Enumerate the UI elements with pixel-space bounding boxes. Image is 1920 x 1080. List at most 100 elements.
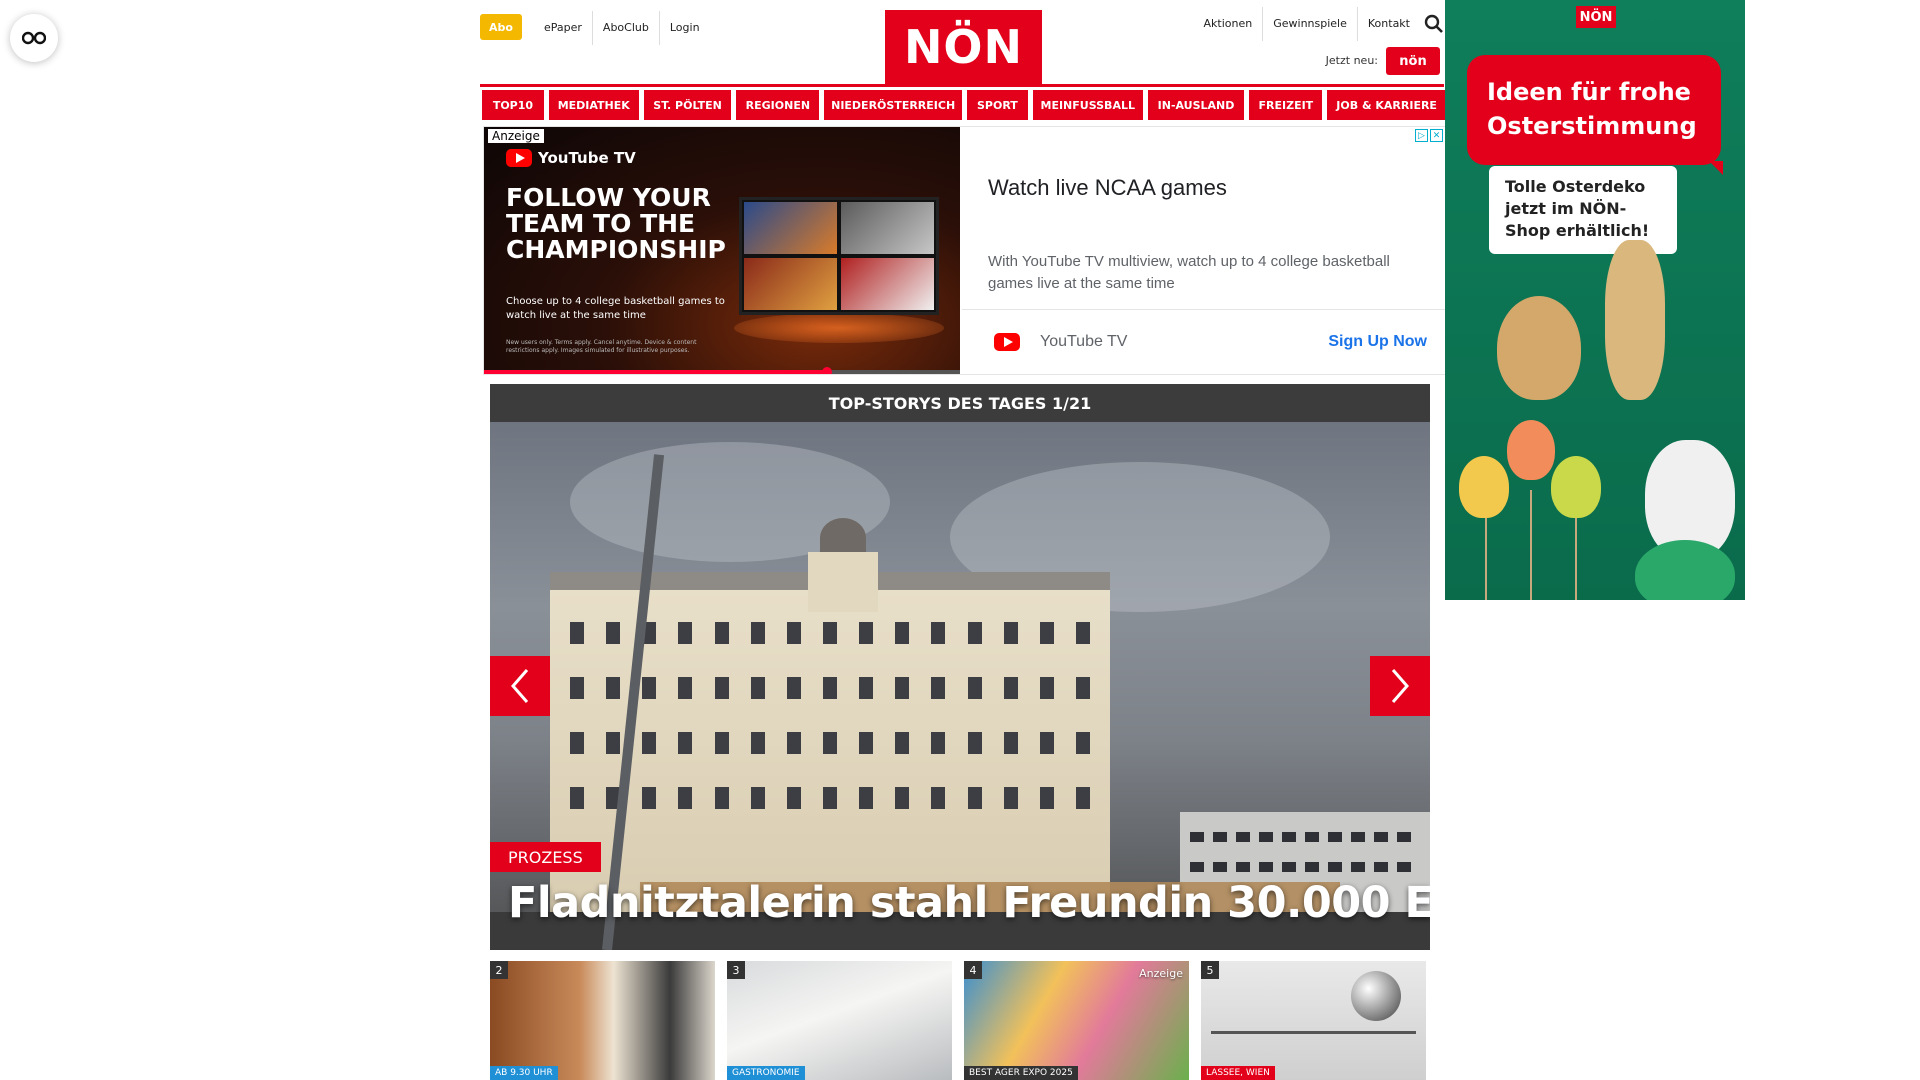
- ad-advertiser: YouTube TV: [1040, 333, 1128, 350]
- site-logo[interactable]: NÖN: [885, 10, 1042, 84]
- ad-choices[interactable]: ▷ ✕: [1415, 129, 1443, 142]
- ad-subline: Choose up to 4 college basketball games …: [506, 296, 725, 321]
- jetzt-neu-label: Jetzt neu:: [1325, 54, 1378, 67]
- egg-decoration-image: [1551, 456, 1601, 518]
- kontakt-link[interactable]: Kontakt: [1358, 7, 1420, 41]
- tv-cell: [841, 258, 934, 310]
- login-link[interactable]: Login: [660, 11, 710, 45]
- thumb-label: BEST AGER EXPO 2025: [964, 1066, 1078, 1080]
- egg-stick: [1575, 510, 1577, 600]
- anzeige-tag: Anzeige: [488, 129, 544, 143]
- ad-title[interactable]: Watch live NCAA games: [988, 175, 1227, 201]
- story-headline[interactable]: Fladnitztalerin stahl Freundin 30.000 Eu…: [508, 878, 1430, 928]
- story-thumb[interactable]: 4 Anzeige BEST AGER EXPO 2025: [964, 961, 1189, 1080]
- ad-progress-handle[interactable]: [821, 367, 832, 374]
- story-thumb[interactable]: 5 LASSEE, WIEN: [1201, 961, 1426, 1080]
- ad-video[interactable]: Anzeige YouTube TV FOLLOW YOUR TEAM TO T…: [484, 127, 960, 374]
- next-story-button[interactable]: [1370, 656, 1430, 716]
- nav-item-regionen[interactable]: REGIONEN: [736, 90, 820, 120]
- ad-progress-fill: [484, 370, 827, 374]
- ad-text-panel[interactable]: ▷ ✕ Watch live NCAA games With YouTube T…: [962, 127, 1445, 374]
- nav-item-top10[interactable]: TOP10: [482, 90, 544, 120]
- egg-stick: [1530, 490, 1532, 600]
- mini-logo-badge[interactable]: nön: [1386, 47, 1440, 75]
- nav-item-sport[interactable]: SPORT: [966, 90, 1028, 120]
- ad-progress-bar[interactable]: [484, 367, 960, 374]
- nav-item-meinfussball[interactable]: MEINFUSSBALL: [1032, 90, 1143, 120]
- side-ad[interactable]: NÖN Ideen für frohe Osterstimmung Tolle …: [1445, 0, 1745, 600]
- aboclub-link[interactable]: AboClub: [593, 11, 660, 45]
- chevron-left-icon: [511, 669, 529, 703]
- glasses-icon: [22, 31, 46, 45]
- top-links-left: ePaper AboClub Login: [534, 10, 710, 46]
- sign-up-button[interactable]: Sign Up Now: [1328, 333, 1427, 351]
- chevron-right-icon: [1391, 669, 1409, 703]
- nav-item-in-ausland[interactable]: IN-AUSLAND: [1147, 90, 1245, 120]
- thumb-label: AB 9.30 UHR: [490, 1066, 558, 1080]
- prev-story-button[interactable]: [490, 656, 550, 716]
- aktionen-link[interactable]: Aktionen: [1194, 7, 1264, 41]
- window-row: [570, 622, 1090, 644]
- story-thumbnails: 2 AB 9.30 UHR 3 GASTRONOMIE 4 Anzeige BE…: [490, 961, 1430, 1080]
- accessibility-button[interactable]: [10, 14, 58, 62]
- thumb-label: GASTRONOMIE: [727, 1066, 805, 1080]
- egg-decoration-image: [1507, 420, 1555, 480]
- window-row: [570, 787, 1090, 809]
- gewinnspiele-link[interactable]: Gewinnspiele: [1263, 7, 1358, 41]
- side-ad-headline[interactable]: Ideen für frohe Osterstimmung: [1467, 55, 1723, 175]
- thumb-number: 3: [727, 961, 745, 979]
- ad-banner[interactable]: Anzeige YouTube TV FOLLOW YOUR TEAM TO T…: [483, 126, 1446, 375]
- abo-button[interactable]: Abo: [480, 14, 522, 40]
- youtube-tv-brand-label: YouTube TV: [538, 149, 636, 167]
- thumb-label: LASSEE, WIEN: [1201, 1066, 1275, 1080]
- site-header: Abo ePaper AboClub Login NÖN Aktionen Ge…: [480, 0, 1444, 86]
- thumb-number: 4: [964, 961, 982, 979]
- tower: [808, 552, 878, 612]
- hero-story[interactable]: PROZESS Fladnitztalerin stahl Freundin 3…: [490, 422, 1430, 950]
- nav-item-job-karriere[interactable]: JOB & KARRIERE: [1327, 90, 1446, 120]
- egg-decoration-image: [1459, 456, 1509, 518]
- window-row: [570, 732, 1090, 754]
- youtube-icon: [994, 333, 1020, 351]
- nav-item-mediathek[interactable]: MEDIATHEK: [548, 90, 639, 120]
- window-row: [570, 677, 1090, 699]
- youtube-tv-brand: YouTube TV: [506, 149, 636, 167]
- bunny-figure-image: [1605, 240, 1665, 400]
- story-thumb[interactable]: 2 AB 9.30 UHR: [490, 961, 715, 1080]
- nav-item-freizeit[interactable]: FREIZEIT: [1249, 90, 1323, 120]
- metal-ball-image: [1351, 971, 1401, 1021]
- tv-cell: [744, 258, 837, 310]
- top-stories-header: TOP-STORYS DES TAGES 1/21: [490, 384, 1430, 422]
- green-egg-image: [1635, 540, 1735, 600]
- story-kicker[interactable]: PROZESS: [490, 842, 601, 872]
- search-icon[interactable]: [1424, 14, 1444, 34]
- top-links-right: Aktionen Gewinnspiele Kontakt: [1194, 7, 1420, 41]
- tv-cell: [744, 202, 837, 254]
- right-window-row: [1190, 862, 1420, 872]
- thumb-number: 2: [490, 961, 508, 979]
- epaper-link[interactable]: ePaper: [534, 11, 593, 45]
- ad-description: With YouTube TV multiview, watch up to 4…: [988, 253, 1390, 292]
- adchoices-icon[interactable]: ▷: [1415, 129, 1428, 142]
- nav-item-niederoesterreich[interactable]: NIEDERÖSTERREICH: [824, 90, 962, 120]
- story-thumb[interactable]: 3 GASTRONOMIE: [727, 961, 952, 1080]
- header-divider: [480, 84, 1444, 87]
- egg-stick: [1485, 510, 1487, 600]
- youtube-logo-icon: [506, 149, 532, 167]
- main-nav: TOP10 MEDIATHEK ST. PÖLTEN REGIONEN NIED…: [482, 90, 1446, 120]
- side-ad-credit: [1735, 10, 1741, 110]
- side-ad-logo: NÖN: [1576, 6, 1616, 28]
- ad-divider: [962, 309, 1445, 310]
- balance-beam-image: [1211, 1031, 1416, 1034]
- thumb-anzeige-tag: Anzeige: [1139, 967, 1183, 980]
- tv-multiview-image: [739, 197, 939, 315]
- close-icon[interactable]: ✕: [1430, 129, 1443, 142]
- right-window-row: [1190, 832, 1420, 842]
- egg-decoration-image: [1497, 296, 1581, 400]
- nav-item-st-poelten[interactable]: ST. PÖLTEN: [643, 90, 732, 120]
- side-ad-note[interactable]: Tolle Osterdeko jetzt im NÖN-Shop erhält…: [1489, 166, 1677, 254]
- ad-headline: FOLLOW YOUR TEAM TO THE CHAMPIONSHIP: [506, 183, 726, 264]
- tv-glow: [734, 313, 944, 343]
- tv-cell: [841, 202, 934, 254]
- ad-fine-print: New users only. Terms apply. Cancel anyt…: [506, 339, 697, 354]
